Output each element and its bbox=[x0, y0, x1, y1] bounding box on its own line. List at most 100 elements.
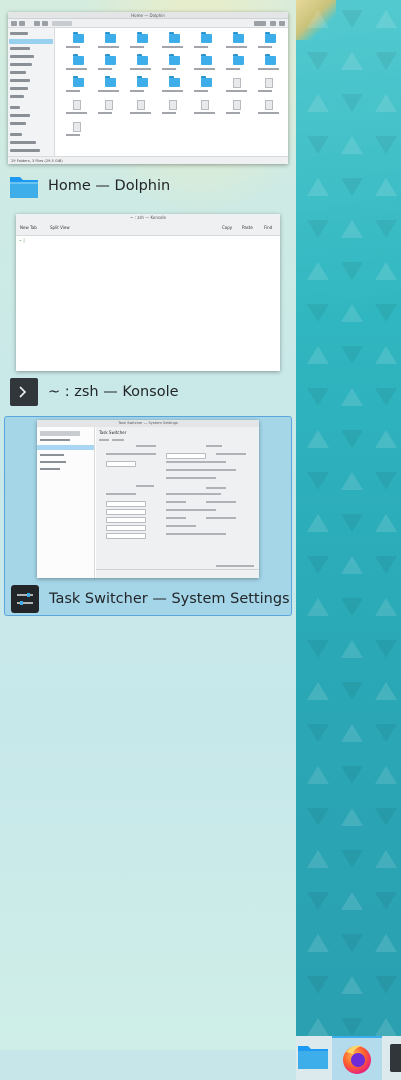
settings-text-line bbox=[206, 517, 236, 519]
folder-icon bbox=[137, 54, 148, 65]
folder-icon bbox=[73, 54, 84, 65]
file-label bbox=[194, 90, 208, 92]
settings-sidebar bbox=[37, 427, 95, 578]
file-label bbox=[162, 112, 176, 114]
dolphin-places-sidebar bbox=[8, 28, 55, 164]
taskbar bbox=[296, 1036, 401, 1080]
wallpaper-triangle bbox=[375, 640, 397, 658]
thumbnail-title: Task Switcher — System Settings bbox=[37, 420, 259, 427]
wallpaper-triangle bbox=[307, 598, 329, 616]
wallpaper-triangle bbox=[307, 346, 329, 364]
settings-field bbox=[106, 533, 146, 539]
wallpaper-triangle bbox=[307, 52, 329, 70]
settings-field bbox=[106, 525, 146, 531]
taskbar-task-dolphin[interactable] bbox=[296, 1036, 330, 1080]
wallpaper-triangle bbox=[307, 10, 329, 28]
find-button: Find bbox=[264, 225, 273, 230]
wallpaper-triangle bbox=[341, 136, 363, 154]
wallpaper-triangle bbox=[341, 10, 363, 28]
settings-text-line bbox=[136, 485, 154, 487]
thumbnail-title: ~ : zsh — Konsole bbox=[129, 215, 166, 220]
file-icon bbox=[73, 100, 81, 110]
folder-icon bbox=[105, 54, 116, 65]
wallpaper-triangle bbox=[341, 598, 363, 616]
task-switcher-panel: Home — Dolphin 29 Folders, 3 Files (29.5… bbox=[0, 0, 296, 1050]
split-view-button: Split View bbox=[50, 225, 70, 230]
switcher-item-system-settings[interactable]: Task Switcher — System Settings Task Swi… bbox=[4, 416, 292, 616]
switcher-item-caption: Home — Dolphin bbox=[48, 178, 171, 194]
window-thumbnail-system-settings: Task Switcher — System Settings Task Swi… bbox=[37, 420, 259, 578]
wallpaper-triangle bbox=[375, 766, 397, 784]
folder-icon bbox=[169, 32, 180, 43]
settings-text-line bbox=[166, 461, 226, 463]
wallpaper-triangle bbox=[375, 850, 397, 868]
folder-icon bbox=[169, 76, 180, 87]
settings-text-line bbox=[166, 525, 196, 527]
wallpaper-triangle bbox=[341, 892, 363, 910]
file-label bbox=[66, 134, 80, 136]
wallpaper-triangle bbox=[307, 556, 329, 574]
wallpaper-triangle bbox=[307, 1018, 329, 1036]
wallpaper-triangle bbox=[341, 850, 363, 868]
wallpaper-triangle bbox=[307, 304, 329, 322]
file-label bbox=[226, 112, 240, 114]
settings-text-line bbox=[206, 487, 226, 489]
settings-field bbox=[106, 509, 146, 515]
file-label bbox=[130, 90, 144, 92]
settings-text-line bbox=[166, 477, 216, 479]
switcher-item-dolphin[interactable]: Home — Dolphin 29 Folders, 3 Files (29.5… bbox=[4, 8, 292, 204]
wallpaper-triangle bbox=[307, 388, 329, 406]
settings-text-line bbox=[166, 501, 186, 503]
file-label bbox=[162, 68, 176, 70]
wallpaper-triangle bbox=[375, 304, 397, 322]
wallpaper-triangle bbox=[375, 808, 397, 826]
wallpaper-triangle bbox=[375, 892, 397, 910]
taskbar-task-firefox[interactable] bbox=[332, 1036, 382, 1080]
wallpaper-triangle bbox=[341, 304, 363, 322]
folder-icon bbox=[169, 54, 180, 65]
wallpaper-triangle bbox=[341, 94, 363, 112]
settings-text-line bbox=[166, 469, 236, 471]
firefox-icon bbox=[343, 1045, 371, 1074]
taskbar-task-konsole[interactable] bbox=[390, 1044, 401, 1072]
file-label bbox=[258, 112, 279, 114]
wallpaper-triangle bbox=[341, 220, 363, 238]
file-label bbox=[226, 90, 247, 92]
settings-field bbox=[166, 453, 206, 459]
wallpaper-triangle bbox=[375, 976, 397, 994]
settings-text-line bbox=[166, 517, 186, 519]
wallpaper-triangle bbox=[341, 262, 363, 280]
wallpaper-triangle bbox=[307, 94, 329, 112]
file-label bbox=[130, 68, 151, 70]
settings-text-line bbox=[216, 453, 246, 455]
settings-page-header: Task Switcher bbox=[99, 430, 127, 435]
settings-text-line bbox=[206, 445, 222, 447]
switcher-item-konsole[interactable]: ~ : zsh — Konsole New Tab Split View Cop… bbox=[4, 206, 292, 406]
folder-icon bbox=[137, 76, 148, 87]
file-label bbox=[98, 112, 112, 114]
wallpaper-triangle bbox=[375, 262, 397, 280]
wallpaper-triangle bbox=[307, 262, 329, 280]
folder-icon bbox=[201, 76, 212, 87]
settings-text-line bbox=[106, 453, 156, 455]
wallpaper-triangle bbox=[375, 346, 397, 364]
file-icon bbox=[265, 78, 273, 88]
file-icon bbox=[265, 100, 273, 110]
wallpaper-triangle bbox=[375, 934, 397, 952]
wallpaper-triangle bbox=[341, 1018, 363, 1036]
wallpaper-triangle bbox=[341, 556, 363, 574]
wallpaper-triangle bbox=[341, 766, 363, 784]
window-thumbnail-konsole: ~ : zsh — Konsole New Tab Split View Cop… bbox=[16, 214, 280, 371]
desktop-wallpaper bbox=[296, 0, 401, 1080]
wallpaper-triangle bbox=[341, 976, 363, 994]
wallpaper-triangle bbox=[375, 430, 397, 448]
file-label bbox=[258, 68, 279, 70]
file-label bbox=[66, 112, 87, 114]
file-label bbox=[130, 46, 144, 48]
settings-text-line bbox=[206, 501, 236, 503]
wallpaper-triangle bbox=[307, 514, 329, 532]
settings-field bbox=[106, 461, 136, 467]
wallpaper-triangle bbox=[375, 136, 397, 154]
file-label bbox=[66, 90, 80, 92]
folder-icon bbox=[265, 32, 276, 43]
